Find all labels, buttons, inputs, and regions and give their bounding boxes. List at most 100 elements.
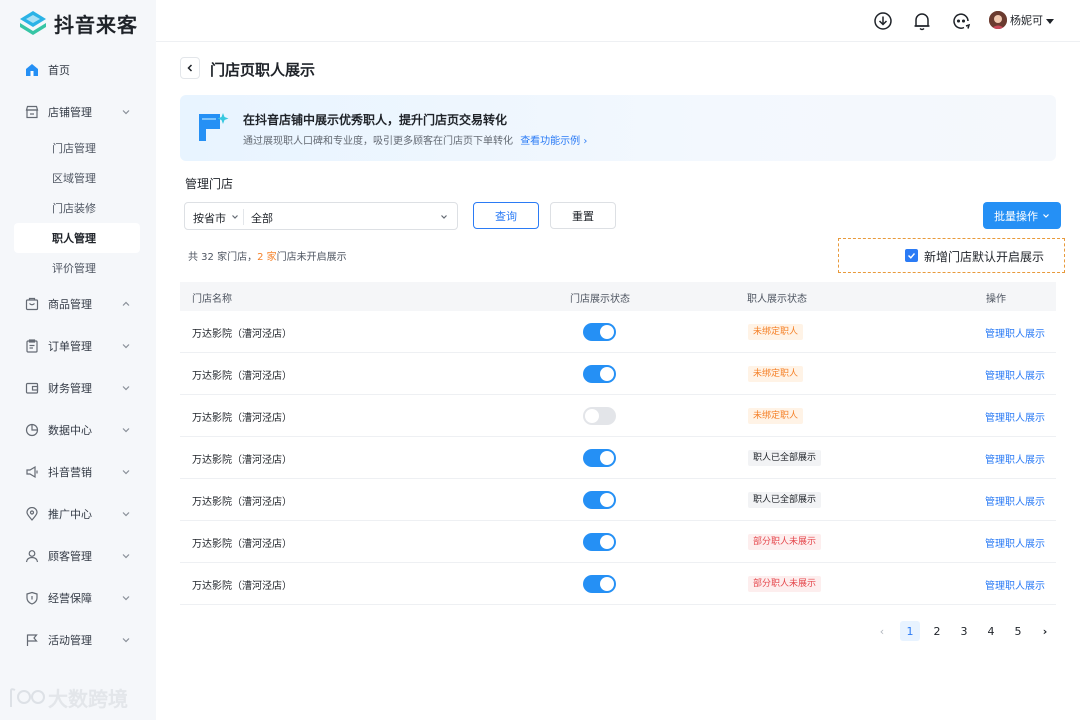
sidebar-item-marketing[interactable]: 抖音营销 [14, 457, 140, 487]
store-display-toggle[interactable] [583, 449, 616, 467]
store-name: 万达影院（漕河泾店） [192, 413, 292, 424]
manage-staff-link[interactable]: 管理职人展示 [985, 409, 1045, 424]
sidebar-item-activity[interactable]: 活动管理 [14, 625, 140, 655]
table-row: 万达影院（漕河泾店） 未绑定职人 管理职人展示 [180, 353, 1056, 395]
chevron-down-icon [122, 386, 130, 391]
sidebar-subitem-staff-manage[interactable]: 职人管理 [14, 223, 140, 253]
flag-star-icon [199, 113, 229, 141]
back-button[interactable] [180, 57, 200, 79]
sidebar-item-label: 财务管理 [48, 382, 92, 395]
region-value[interactable]: 全部 [251, 210, 273, 226]
page-button-5[interactable]: 5 [1008, 621, 1028, 641]
watermark: 大数跨境 [8, 683, 128, 712]
download-icon[interactable] [872, 10, 894, 32]
store-display-toggle[interactable] [583, 407, 616, 425]
sidebar-item-label: 首页 [48, 64, 70, 77]
sidebar-subitem-region-manage[interactable]: 区域管理 [14, 163, 140, 193]
flag-icon [24, 632, 40, 648]
manage-staff-link[interactable]: 管理职人展示 [985, 577, 1045, 592]
wallet-icon [24, 380, 40, 396]
toggle-knob [600, 367, 614, 381]
page-button-2[interactable]: 2 [927, 621, 947, 641]
batch-operation-button[interactable]: 批量操作 [983, 202, 1061, 229]
manage-staff-link[interactable]: 管理职人展示 [985, 367, 1045, 382]
status-badge: 未绑定职人 [748, 324, 804, 340]
sidebar-item-label: 推广中心 [48, 508, 92, 521]
chevron-down-icon [122, 512, 130, 517]
store-name: 万达影院（漕河泾店） [192, 371, 292, 382]
sidebar-subitem-store-decor[interactable]: 门店装修 [14, 193, 140, 223]
table-header: 门店名称 门店展示状态 职人展示状态 操作 [180, 282, 1056, 311]
prev-page-button[interactable]: ‹ [872, 621, 892, 641]
reset-button[interactable]: 重置 [550, 202, 616, 229]
column-store-status: 门店展示状态 [570, 294, 630, 305]
toggle-knob [600, 535, 614, 549]
bell-icon[interactable] [911, 10, 933, 32]
store-display-toggle[interactable] [583, 533, 616, 551]
store-name: 万达影院（漕河泾店） [192, 539, 292, 550]
watermark-logo-icon [10, 687, 45, 707]
top-bar [156, 0, 1080, 42]
sidebar-item-protection[interactable]: 经营保障 [14, 583, 140, 613]
sidebar-subitem-review-manage[interactable]: 评价管理 [14, 253, 140, 283]
manage-staff-link[interactable]: 管理职人展示 [985, 535, 1045, 550]
avatar[interactable] [989, 11, 1007, 29]
page-button-3[interactable]: 3 [954, 621, 974, 641]
store-display-toggle[interactable] [583, 491, 616, 509]
toggle-knob [600, 577, 614, 591]
toggle-knob [585, 409, 599, 423]
table-row: 万达影院（漕河泾店） 职人已全部展示 管理职人展示 [180, 437, 1056, 479]
sidebar-item-product[interactable]: 商品管理 [14, 289, 140, 319]
sidebar-item-store[interactable]: 店铺管理 [14, 97, 140, 127]
sidebar-item-label: 商品管理 [48, 298, 92, 311]
chevron-down-icon [122, 470, 130, 475]
sidebar-item-data[interactable]: 数据中心 [14, 415, 140, 445]
username[interactable]: 杨妮可 [1010, 12, 1043, 28]
column-staff-status: 职人展示状态 [747, 294, 807, 305]
user-icon [24, 548, 40, 564]
banner-description: 通过展现职人口碑和专业度，吸引更多顾客在门店页下单转化 查看功能示例 › [243, 132, 587, 147]
app-logo[interactable]: 抖音来客 [18, 8, 138, 38]
view-example-link[interactable]: 查看功能示例 › [520, 136, 587, 147]
default-show-checkbox[interactable] [905, 249, 918, 262]
region-select[interactable]: 按省市 全部 [184, 202, 458, 230]
chevron-down-icon [122, 638, 130, 643]
divider [243, 209, 244, 225]
column-action: 操作 [986, 294, 1006, 305]
status-badge: 未绑定职人 [748, 408, 804, 424]
column-store-name: 门店名称 [192, 294, 232, 305]
banner-title: 在抖音店铺中展示优秀职人，提升门店页交易转化 [243, 113, 508, 127]
sidebar-subitem-store-manage[interactable]: 门店管理 [14, 133, 140, 163]
watermark-text: 大数跨境 [48, 687, 128, 711]
sidebar-item-finance[interactable]: 财务管理 [14, 373, 140, 403]
sidebar-item-label: 订单管理 [48, 340, 92, 353]
next-page-button[interactable]: › [1035, 621, 1055, 641]
sidebar-item-customer[interactable]: 顾客管理 [14, 541, 140, 571]
store-icon [24, 104, 40, 120]
customer-service-icon[interactable] [950, 10, 972, 32]
chevron-down-icon [232, 215, 238, 219]
query-button[interactable]: 查询 [473, 202, 539, 229]
manage-staff-link[interactable]: 管理职人展示 [985, 325, 1045, 340]
page-button-1[interactable]: 1 [900, 621, 920, 641]
sidebar-item-promotion[interactable]: 推广中心 [14, 499, 140, 529]
store-display-toggle[interactable] [583, 323, 616, 341]
logo-icon [20, 11, 46, 35]
store-display-toggle[interactable] [583, 365, 616, 383]
manage-staff-link[interactable]: 管理职人展示 [985, 493, 1045, 508]
page-title: 门店页职人展示 [210, 61, 316, 79]
sidebar-item-label: 顾客管理 [48, 550, 92, 563]
store-display-toggle[interactable] [583, 575, 616, 593]
region-type-label[interactable]: 按省市 [193, 210, 226, 226]
summary-count: 2 家 [257, 252, 277, 263]
caret-down-icon[interactable] [1046, 19, 1054, 24]
home-icon [24, 62, 40, 78]
page-button-4[interactable]: 4 [981, 621, 1001, 641]
sidebar-item-order[interactable]: 订单管理 [14, 331, 140, 361]
sidebar-item-label: 抖音营销 [48, 466, 92, 479]
manage-staff-link[interactable]: 管理职人展示 [985, 451, 1045, 466]
default-show-label[interactable]: 新增门店默认开启展示 [924, 248, 1044, 265]
status-badge: 职人已全部展示 [748, 492, 822, 508]
sidebar-item-home[interactable]: 首页 [14, 55, 140, 85]
shield-icon [24, 590, 40, 606]
